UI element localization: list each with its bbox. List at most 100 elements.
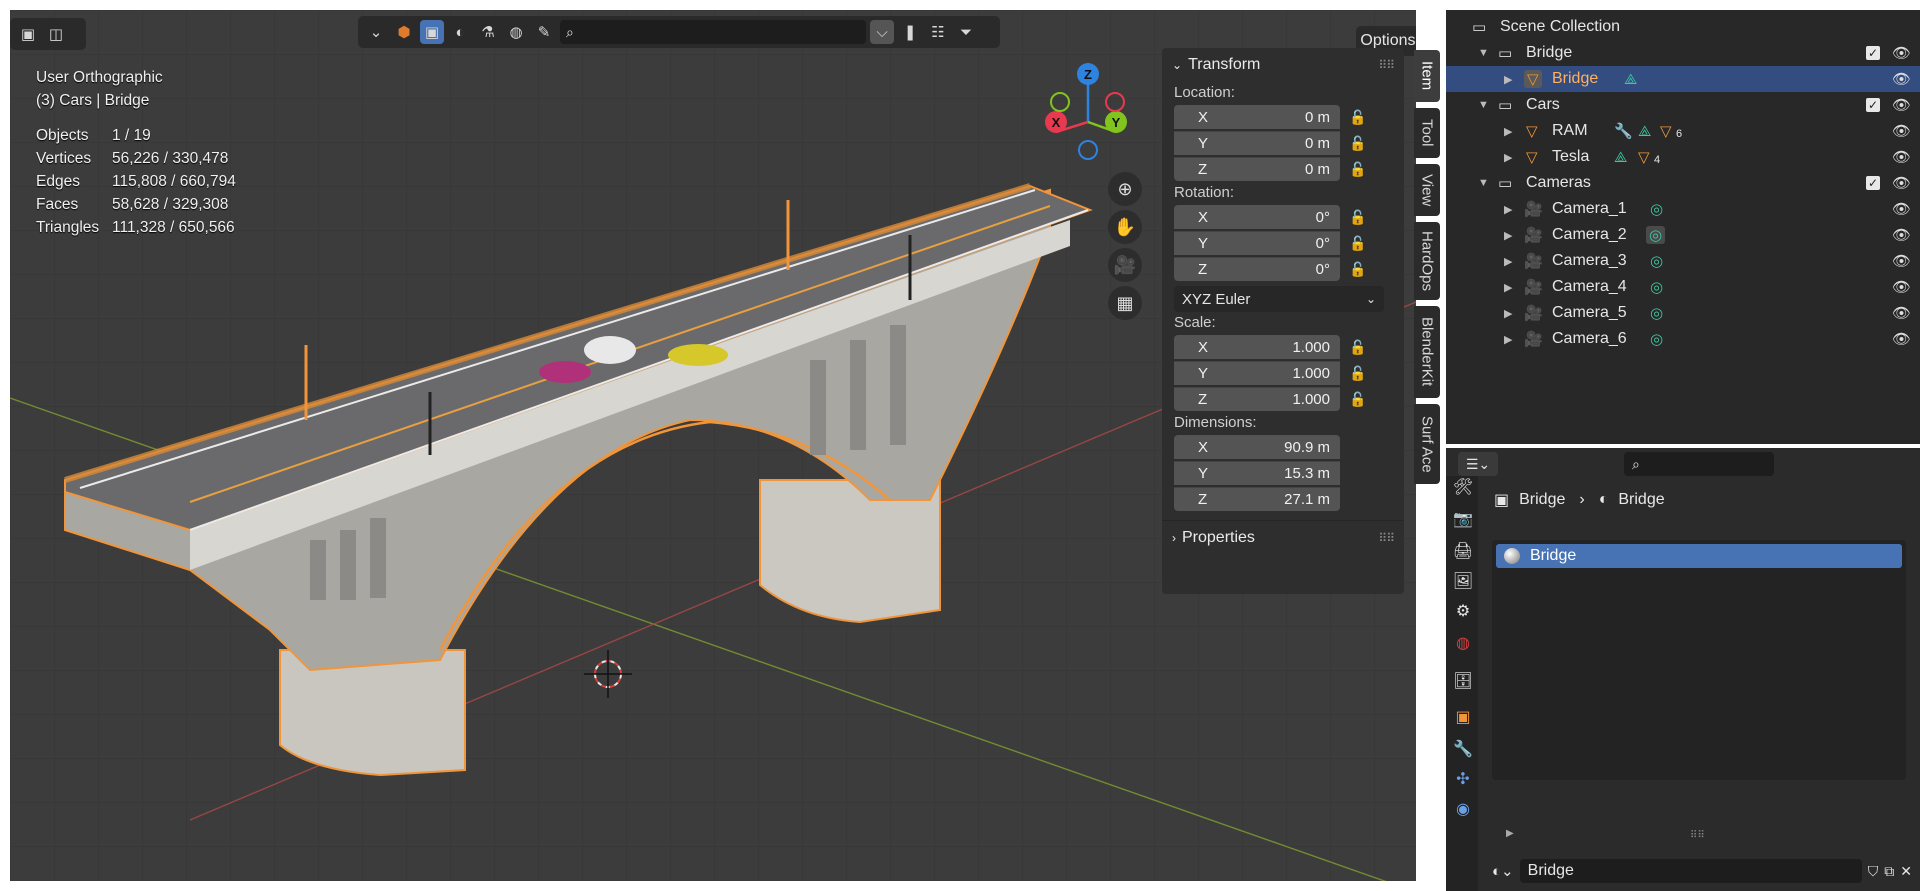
close-icon[interactable]: ✕ [1900, 863, 1912, 880]
brush-icon[interactable]: ✎ [532, 20, 556, 44]
chevron-down-icon[interactable]: ⌄ [364, 20, 388, 44]
world-icon[interactable]: ◍ [504, 20, 528, 44]
camera-data-icon[interactable]: ◎ [1650, 278, 1663, 296]
collection-icon[interactable]: 🗄 [1452, 670, 1474, 692]
camera-data-icon[interactable]: ◎ [1650, 304, 1663, 322]
dimensions-y-field[interactable]: Y 15.3 m [1174, 461, 1340, 485]
rotation-y-field[interactable]: Y 0° [1174, 231, 1340, 255]
select-box-icon[interactable]: ▣ [16, 22, 40, 46]
lock-icon[interactable]: 🔓 [1340, 235, 1376, 252]
filter-icon[interactable]: ⏷ [954, 20, 978, 44]
expand-triangle-icon[interactable]: ▶ [1504, 255, 1512, 268]
eye-icon[interactable]: 👁 [1892, 148, 1911, 166]
material-browse-icon[interactable]: ◐⌄ [1492, 862, 1514, 880]
tab-surf-ace[interactable]: Surf Ace [1414, 404, 1440, 484]
tab-view[interactable]: View [1414, 164, 1440, 216]
dimensions-z-field[interactable]: Z 27.1 m [1174, 487, 1340, 511]
breadcrumb-object[interactable]: Bridge [1519, 491, 1565, 509]
outliner-row-camera-3[interactable]: ▶ 🎥 Camera_3 ◎ 👁 [1446, 248, 1920, 274]
color-picker-icon[interactable]: ⬢ [392, 20, 416, 44]
zoom-icon[interactable]: ⊕ [1108, 172, 1142, 206]
scale-z-field[interactable]: Z 1.000 [1174, 387, 1340, 411]
eye-icon[interactable]: 👁 [1892, 44, 1911, 62]
location-z-field[interactable]: Z0 m [1174, 157, 1340, 181]
gizmo-z-axis[interactable]: Z [1077, 63, 1099, 85]
camera-data-icon[interactable]: ◎ [1650, 200, 1663, 218]
mesh-data-icon[interactable]: ⟁ [1624, 71, 1637, 88]
location-x-field[interactable]: X0 m [1174, 105, 1340, 129]
object-icon[interactable]: ▣ [1452, 706, 1474, 728]
mesh-object-icon[interactable]: ▽ [1660, 122, 1672, 140]
outliner-row-camera-5[interactable]: ▶ 🎥 Camera_5 ◎ 👁 [1446, 300, 1920, 326]
drag-handle-icon[interactable]: ⠿⠿ [1690, 830, 1705, 841]
scale-y-field[interactable]: Y 1.000 [1174, 361, 1340, 385]
eye-icon[interactable]: 👁 [1892, 96, 1911, 114]
scene-icon[interactable]: ⚙ [1452, 600, 1474, 622]
rotation-mode-select[interactable]: XYZ Euler ⌄ [1174, 286, 1384, 312]
lock-icon[interactable]: 🔓 [1340, 161, 1376, 178]
outliner-row-tesla[interactable]: ▶ ▽ Tesla ⟁ ▽ 4 👁 [1446, 144, 1920, 170]
viewport-search-input[interactable]: ⌕ [560, 20, 866, 44]
select-mode-group[interactable]: ▣ ◫ [10, 18, 86, 50]
outliner-row-ram[interactable]: ▶ ▽ RAM 🔧 ⟁ ▽ 6 👁 [1446, 118, 1920, 144]
expand-triangle-icon[interactable]: ▶ [1504, 229, 1512, 242]
expand-triangle-icon[interactable]: ▶ [1504, 151, 1512, 164]
collapse-triangle-icon[interactable]: ▼ [1478, 47, 1489, 59]
drag-handle-icon[interactable]: ⠿⠿ [1378, 58, 1395, 72]
select-extend-icon[interactable]: ◫ [44, 22, 68, 46]
material-slot-item[interactable]: Bridge [1496, 544, 1902, 568]
view-layer-icon[interactable]: 🖼 [1452, 570, 1474, 592]
gizmo-x-axis[interactable]: X [1045, 111, 1067, 133]
particles-icon[interactable]: ✣ [1452, 768, 1474, 790]
expand-triangle-icon[interactable]: ▶ [1504, 281, 1512, 294]
material-name-field[interactable]: Bridge [1519, 859, 1862, 883]
eye-icon[interactable]: 👁 [1892, 174, 1911, 192]
grid-icon[interactable]: ▦ [1108, 286, 1142, 320]
checkbox-icon[interactable]: ✓ [1866, 98, 1880, 112]
hierarchy-icon[interactable]: ☷ [926, 20, 950, 44]
outliner-row-camera-1[interactable]: ▶ 🎥 Camera_1 ◎ 👁 [1446, 196, 1920, 222]
eye-icon[interactable]: 👁 [1892, 330, 1911, 348]
lock-icon[interactable]: 🔓 [1340, 209, 1376, 226]
filter-object-icon[interactable]: ▣ [420, 20, 444, 44]
mesh-data-icon[interactable]: ⟁ [1638, 123, 1651, 140]
camera-view-icon[interactable]: 🎥 [1108, 248, 1142, 282]
outliner-row-bridge-collection[interactable]: ▼ ▭ Bridge ✓ 👁 [1446, 40, 1920, 66]
fake-user-shield-icon[interactable]: ⛉ [1868, 863, 1879, 880]
lock-icon[interactable]: 🔓 [1340, 391, 1376, 408]
expand-triangle-icon[interactable]: ▶ [1504, 73, 1512, 86]
scale-x-field[interactable]: X 1.000 [1174, 335, 1340, 359]
tab-hardops[interactable]: HardOps [1414, 222, 1440, 300]
output-icon[interactable]: 🖨 [1452, 540, 1474, 562]
world-icon[interactable]: ◍ [1452, 632, 1474, 654]
checkbox-icon[interactable]: ✓ [1866, 46, 1880, 60]
outliner-row-cameras-collection[interactable]: ▼ ▭ Cameras ✓ 👁 [1446, 170, 1920, 196]
collapse-triangle-icon[interactable]: ▼ [1478, 177, 1489, 189]
outliner-row-camera-4[interactable]: ▶ 🎥 Camera_4 ◎ 👁 [1446, 274, 1920, 300]
camera-data-icon[interactable]: ◎ [1650, 252, 1663, 270]
outliner-row-bridge-object[interactable]: ▶ ▽ Bridge ⟁ 👁 [1446, 66, 1920, 92]
expand-triangle-icon[interactable]: ▶ [1504, 307, 1512, 320]
eye-icon[interactable]: 👁 [1892, 122, 1911, 140]
eye-icon[interactable]: 👁 [1892, 304, 1911, 322]
properties-panel-header[interactable]: › Properties ⠿⠿ [1162, 520, 1404, 555]
sphere-icon[interactable]: ◐ [448, 20, 472, 44]
mesh-object-icon[interactable]: ▽ [1638, 148, 1650, 166]
wrench-icon[interactable]: 🔧 [1614, 122, 1633, 140]
expand-triangle-icon[interactable]: ▶ [1504, 125, 1512, 138]
gizmo-neg-y[interactable] [1050, 92, 1070, 112]
lock-icon[interactable]: 🔓 [1340, 109, 1376, 126]
dimensions-x-field[interactable]: X 90.9 m [1174, 435, 1340, 459]
dropdown-icon[interactable]: ⌵ [870, 20, 894, 44]
eye-icon[interactable]: 👁 [1892, 226, 1911, 244]
gizmo-y-axis[interactable]: Y [1105, 111, 1127, 133]
tab-tool[interactable]: Tool [1414, 108, 1440, 158]
camera-data-icon[interactable]: ◎ [1650, 330, 1663, 348]
eye-icon[interactable]: 👁 [1892, 70, 1911, 88]
eye-icon[interactable]: 👁 [1892, 200, 1911, 218]
rotation-z-field[interactable]: Z 0° [1174, 257, 1340, 281]
tool-icon[interactable]: 🛠 [1452, 476, 1474, 498]
outliner-row-camera-6[interactable]: ▶ 🎥 Camera_6 ◎ 👁 [1446, 326, 1920, 352]
tab-item[interactable]: Item [1414, 50, 1440, 102]
lock-icon[interactable]: 🔓 [1340, 365, 1376, 382]
